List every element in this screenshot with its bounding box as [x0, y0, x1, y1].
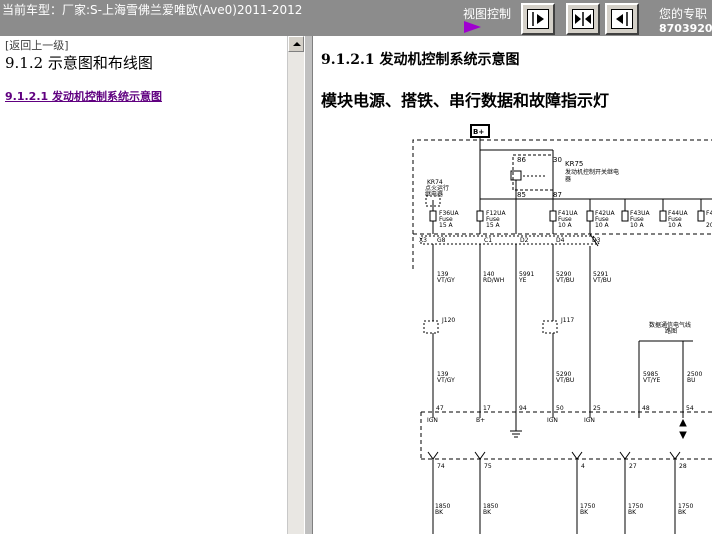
relay-id: KR75 — [565, 160, 583, 168]
ign-relay-desc: 继电器 — [425, 190, 443, 198]
wire-label: VT/BU — [593, 277, 611, 284]
sidebar-heading: 9.1.2 示意图和布线图 — [5, 54, 153, 72]
user-label: 您的专职 — [659, 7, 708, 21]
ecm-pin: 94 — [519, 405, 527, 412]
wire-label: BK — [580, 509, 589, 516]
connector-label: X3 — [419, 237, 427, 244]
pin-label: G8 — [437, 237, 446, 244]
wire-label: VT/BU — [556, 277, 574, 284]
ground-pin: 75 — [484, 463, 492, 470]
sidebar-scrollbar[interactable] — [287, 36, 304, 534]
wire-label: VT/BU — [556, 377, 574, 384]
diagram-subtitle: 模块电源、搭铁、串行数据和故障指示灯 — [321, 91, 610, 110]
view-control-label: 视图控制 — [463, 7, 512, 21]
schematic-link[interactable]: 9.1.2.1 发动机控制系统示意图 — [5, 88, 162, 104]
fuse-label: 15 A — [486, 222, 501, 229]
wire-label: YE — [518, 277, 527, 284]
wire-label: BK — [483, 509, 492, 516]
scroll-up-button[interactable] — [288, 36, 304, 52]
ecm-pin: 50 — [556, 405, 564, 412]
ecm-label: B+ — [476, 417, 485, 424]
fuse-label: 10 A — [558, 222, 573, 229]
fuse-label: 10 A — [595, 222, 610, 229]
fuse-label: 15 A — [439, 222, 454, 229]
ecm-pin: 25 — [593, 405, 601, 412]
relay-pin-label: 85 — [517, 191, 526, 199]
navigation-pane: [返回上一级] 9.1.2 示意图和布线图 9.1.2.1 发动机控制系统示意图 — [0, 36, 304, 534]
ground-pin: 74 — [437, 463, 445, 470]
wire-label: BK — [435, 509, 444, 516]
wire-label: RD/WH — [483, 277, 504, 284]
wire-label: BK — [628, 509, 637, 516]
relay-pin-label: 30 — [553, 156, 562, 164]
wire-label: VT/GY — [437, 277, 455, 284]
pin-label: D3 — [592, 237, 601, 244]
pin-label: D4 — [556, 237, 565, 244]
top-bar: 当前车型：厂家:S-上海雪佛兰爱唯欧(Ave0)2011-2012 视图控制 您… — [0, 0, 712, 36]
battery-label: B+ — [473, 128, 484, 136]
fuse-label: 10 A — [668, 222, 683, 229]
ground-pin: 27 — [629, 463, 637, 470]
wire-label: BK — [678, 509, 687, 516]
view-panel-icon — [611, 9, 633, 29]
splice-label: J117 — [560, 317, 574, 324]
section-title: 9.1.2.1 发动机控制系统示意图 — [321, 52, 520, 68]
wire-label: VT/GY — [437, 377, 455, 384]
ecm-label: IGN — [584, 417, 595, 424]
ecm-pin: 17 — [483, 405, 491, 412]
ecm-label: IGN — [547, 417, 558, 424]
pane-splitter[interactable] — [304, 36, 313, 534]
pin-label: D2 — [520, 237, 529, 244]
content-pane: B+ 86 30 85 87 KR75 发动机控制开关继电 器 KR74 点火运… — [313, 36, 712, 534]
user-id: 8703920 — [659, 22, 712, 35]
ecm-pin: 48 — [642, 405, 650, 412]
arrow-right-icon — [532, 12, 544, 26]
view-expand-left-button[interactable] — [605, 3, 639, 35]
data-link-label: 路图 — [665, 327, 677, 335]
ground-pin: 28 — [679, 463, 687, 470]
view-panel-icon — [572, 9, 594, 29]
ground-pin: 4 — [581, 463, 585, 470]
back-link[interactable]: [返回上一级] — [5, 37, 69, 53]
app-window: 当前车型：厂家:S-上海雪佛兰爱唯欧(Ave0)2011-2012 视图控制 您… — [0, 0, 712, 534]
splice-label: J120 — [441, 317, 455, 324]
relay-pin-label: 86 — [517, 156, 526, 164]
relay-desc: 发动机控制开关继电 — [565, 168, 619, 176]
relay-desc: 器 — [565, 176, 571, 183]
ecm-label: IGN — [427, 417, 438, 424]
fuse-label: 10 A — [630, 222, 645, 229]
wire-label: BU — [687, 377, 696, 384]
view-expand-right-button[interactable] — [521, 3, 555, 35]
pin-label: C1 — [484, 237, 492, 244]
ecm-pin: 47 — [436, 405, 444, 412]
relay-pin-label: 87 — [553, 191, 562, 199]
arrow-left-icon — [616, 12, 628, 26]
split-arrows-icon — [575, 12, 591, 26]
view-panel-icon — [527, 9, 549, 29]
fuse-label: 20 — [706, 222, 712, 229]
play-arrow-icon — [464, 21, 481, 33]
ecm-pin: 54 — [686, 405, 694, 412]
wire-label: VT/YE — [643, 377, 660, 384]
current-vehicle-label: 当前车型：厂家:S-上海雪佛兰爱唯欧(Ave0)2011-2012 — [2, 3, 303, 17]
view-split-button[interactable] — [566, 3, 600, 35]
fuse-label: F4 — [706, 210, 712, 217]
